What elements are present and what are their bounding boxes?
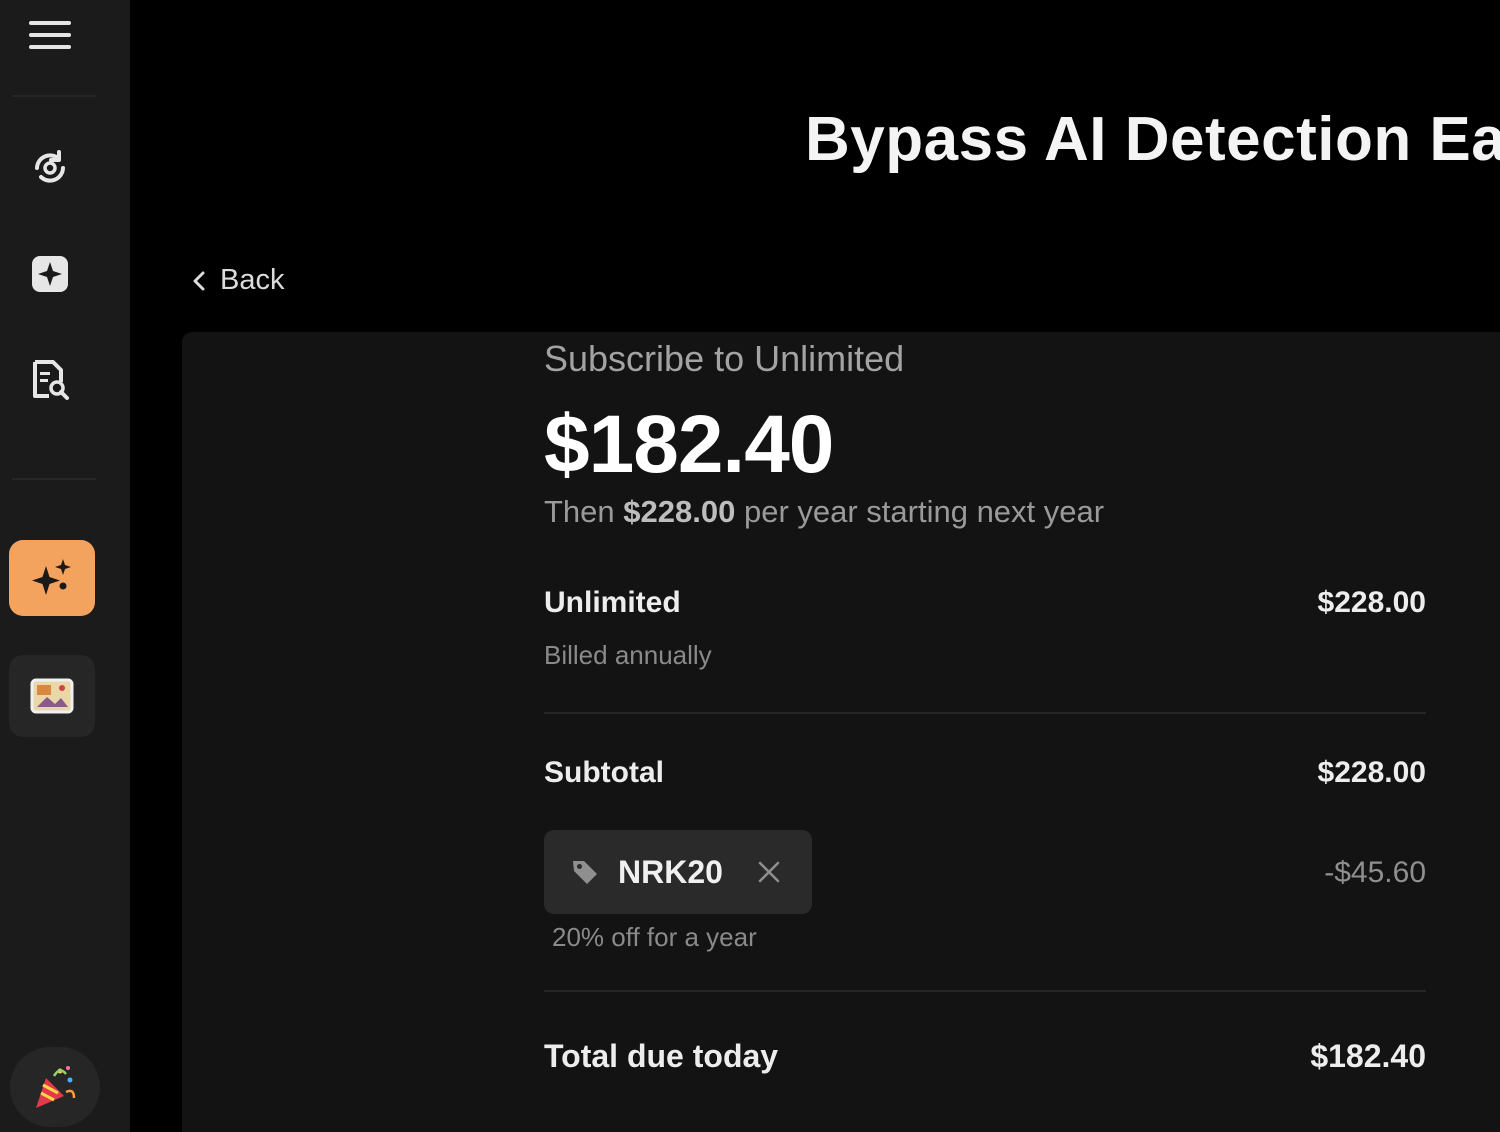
subtotal-label: Subtotal (544, 756, 664, 789)
checkout-panel: Subscribe to Unlimited $182.40 Then $228… (182, 332, 1500, 1132)
divider (544, 712, 1426, 714)
refresh-scan-icon (35, 150, 65, 183)
chevron-left-icon (193, 271, 205, 290)
menu-button[interactable] (20, 5, 80, 65)
sidebar-divider (12, 478, 96, 480)
page-title: Bypass AI Detection Ea (805, 105, 1500, 174)
back-label: Back (220, 264, 285, 296)
sidebar (0, 0, 130, 1132)
back-button[interactable]: Back (190, 264, 284, 297)
total-label: Total due today (544, 1038, 779, 1074)
tag-icon (570, 857, 600, 887)
promo-code-chip: NRK20 (544, 830, 812, 914)
renewal-prefix: Then (544, 494, 624, 529)
close-icon (758, 861, 780, 883)
menu-icon (29, 21, 71, 49)
app-window: Bypass AI Detection Ea Back Subscribe to… (0, 0, 1500, 1132)
plan-name: Unlimited (544, 586, 681, 619)
sidebar-divider (12, 95, 96, 97)
sparkles-icon (32, 559, 71, 595)
party-popper-icon (36, 1066, 76, 1108)
renewal-amount: $228.00 (623, 494, 736, 529)
subscribe-label: Subscribe to Unlimited (544, 338, 905, 379)
discount-amount: -$45.60 (1324, 856, 1426, 889)
promo-code: NRK20 (618, 853, 723, 890)
total-row: Total due today $182.40 (544, 1038, 1426, 1075)
subtotal-row: Subtotal $228.00 (544, 756, 1426, 790)
sidebar-item-upgrade[interactable] (9, 540, 95, 616)
sidebar-item-plagiarism[interactable] (20, 350, 80, 410)
sidebar-item-detector[interactable] (20, 138, 80, 198)
image-icon (30, 678, 74, 714)
plan-price: $228.00 (1317, 586, 1426, 619)
total-amount: $182.40 (1310, 1038, 1426, 1074)
sidebar-item-gallery[interactable] (9, 655, 95, 737)
promo-note: 20% off for a year (552, 922, 757, 952)
sidebar-item-whats-new[interactable] (10, 1047, 100, 1127)
remove-promo-button[interactable] (757, 860, 781, 884)
subtotal-amount: $228.00 (1317, 756, 1426, 789)
renewal-suffix: per year starting next year (735, 494, 1105, 529)
sparkle-square-icon (32, 256, 68, 292)
renewal-note: Then $228.00 per year starting next year (544, 494, 1104, 530)
plan-row: Unlimited $228.00 (544, 586, 1426, 620)
document-search-icon (33, 360, 69, 400)
sidebar-item-humanizer[interactable] (20, 244, 80, 304)
divider (544, 990, 1426, 992)
price-today: $182.40 (544, 399, 834, 490)
billing-note: Billed annually (544, 640, 712, 670)
